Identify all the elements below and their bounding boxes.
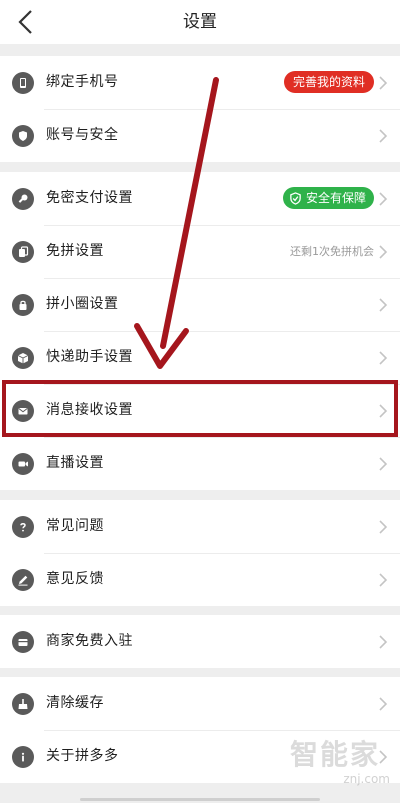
phone-icon: [12, 72, 34, 94]
setting-label: 免密支付设置: [46, 190, 133, 206]
chevron-right-icon: [379, 76, 388, 90]
chevron-right-icon: [379, 697, 388, 711]
setting-row-pay-settings[interactable]: 免密支付设置 安全有保障: [0, 172, 400, 225]
shield-check-icon: [290, 191, 301, 205]
setting-label: 快递助手设置: [46, 349, 133, 365]
setting-label: 免拼设置: [46, 243, 104, 259]
info-icon: [12, 746, 34, 768]
security-badge[interactable]: 安全有保障: [282, 187, 374, 209]
chevron-right-icon: [379, 129, 388, 143]
setting-label: 拼小圈设置: [46, 296, 119, 312]
setting-row-live-settings[interactable]: 直播设置: [0, 437, 400, 490]
setting-row-free-group[interactable]: 免拼设置 还剩1次免拼机会: [0, 225, 400, 278]
chevron-right-icon: [379, 192, 388, 206]
chevron-right-icon: [379, 750, 388, 764]
chevron-right-icon: [379, 573, 388, 587]
top-bar: 设置: [0, 0, 400, 44]
setting-label: 直播设置: [46, 455, 104, 471]
chevron-right-icon: [379, 351, 388, 365]
page-title: 设置: [183, 12, 217, 32]
settings-group-app: 清除缓存 关于拼多多: [0, 677, 400, 783]
chevron-right-icon: [379, 457, 388, 471]
settings-group-help: 常见问题 意见反馈: [0, 500, 400, 606]
settings-group-profile: 绑定手机号 完善我的资料 账号与安全: [0, 56, 400, 162]
setting-label: 关于拼多多: [46, 748, 119, 764]
lock-icon: [12, 294, 34, 316]
question-icon: [12, 516, 34, 538]
setting-label: 清除缓存: [46, 695, 104, 711]
setting-row-clear-cache[interactable]: 清除缓存: [0, 677, 400, 730]
free-group-hint: 还剩1次免拼机会: [290, 245, 374, 258]
store-icon: [12, 631, 34, 653]
setting-row-account-security[interactable]: 账号与安全: [0, 109, 400, 162]
setting-row-feedback[interactable]: 意见反馈: [0, 553, 400, 606]
home-indicator: [80, 798, 320, 801]
setting-label: 商家免费入驻: [46, 633, 133, 649]
setting-label: 消息接收设置: [46, 402, 133, 418]
video-icon: [12, 453, 34, 475]
broom-icon: [12, 693, 34, 715]
setting-row-merchant[interactable]: 商家免费入驻: [0, 615, 400, 668]
setting-label: 意见反馈: [46, 571, 104, 587]
chevron-right-icon: [379, 635, 388, 649]
chevron-right-icon: [379, 298, 388, 312]
complete-profile-badge[interactable]: 完善我的资料: [283, 71, 374, 93]
setting-row-message-settings[interactable]: 消息接收设置: [0, 384, 400, 437]
chevron-right-icon: [379, 245, 388, 259]
setting-row-bind-phone[interactable]: 绑定手机号 完善我的资料: [0, 56, 400, 109]
setting-label: 账号与安全: [46, 127, 119, 143]
setting-label: 常见问题: [46, 518, 104, 534]
cards-icon: [12, 241, 34, 263]
setting-row-faq[interactable]: 常见问题: [0, 500, 400, 553]
setting-row-delivery-assistant[interactable]: 快递助手设置: [0, 331, 400, 384]
chevron-right-icon: [379, 404, 388, 418]
chevron-right-icon: [379, 520, 388, 534]
setting-row-about[interactable]: 关于拼多多: [0, 730, 400, 783]
settings-group-merchant: 商家免费入驻: [0, 615, 400, 668]
setting-label: 绑定手机号: [46, 74, 119, 90]
security-badge-text: 安全有保障: [305, 191, 366, 205]
pencil-icon: [12, 569, 34, 591]
shield-icon: [12, 125, 34, 147]
setting-row-circle-settings[interactable]: 拼小圈设置: [0, 278, 400, 331]
settings-group-services: 免密支付设置 安全有保障 免拼设置 还剩1次免拼机会 拼小圈设置 快递助手设置 …: [0, 172, 400, 490]
mail-icon: [12, 400, 34, 422]
package-icon: [12, 347, 34, 369]
key-icon: [12, 188, 34, 210]
